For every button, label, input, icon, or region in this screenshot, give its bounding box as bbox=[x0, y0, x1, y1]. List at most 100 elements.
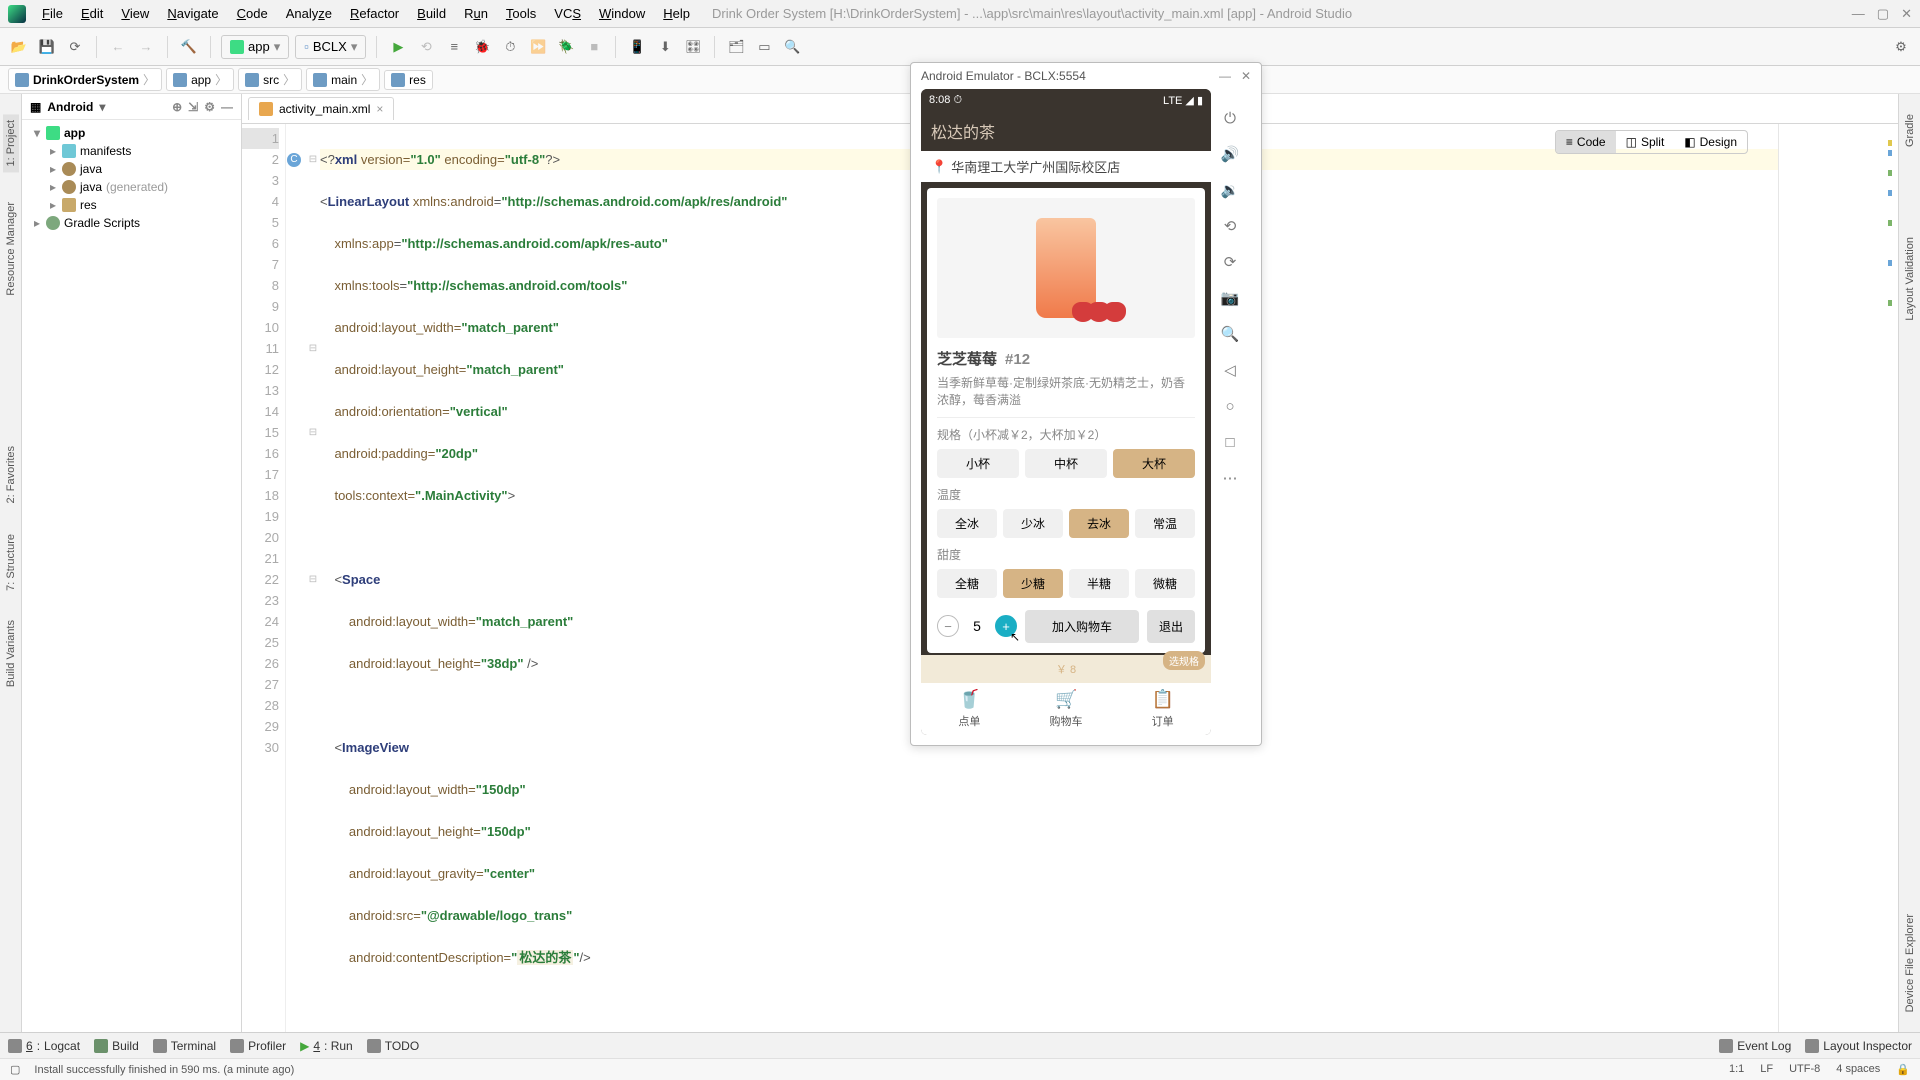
view-code[interactable]: ≡ Code bbox=[1556, 131, 1616, 153]
avd-manager-icon[interactable]: 📱 bbox=[626, 36, 648, 58]
rail-device-explorer[interactable]: Device File Explorer bbox=[1904, 914, 1916, 1012]
emu-rotate-right-icon[interactable]: ⟳ bbox=[1219, 251, 1241, 273]
menu-code[interactable]: Code bbox=[229, 4, 276, 23]
emu-screenshot-icon[interactable]: 📷 bbox=[1219, 287, 1241, 309]
run-icon[interactable]: ▶ bbox=[387, 36, 409, 58]
menu-view[interactable]: View bbox=[113, 4, 157, 23]
rail-structure[interactable]: 7: Structure bbox=[5, 534, 17, 591]
emu-home-icon[interactable]: ○ bbox=[1219, 395, 1241, 417]
window-maximize-icon[interactable]: ▢ bbox=[1877, 6, 1889, 22]
nav-order[interactable]: 🥤点单 bbox=[921, 683, 1018, 735]
menu-refactor[interactable]: Refactor bbox=[342, 4, 407, 23]
sdk-manager-icon[interactable]: ⬇ bbox=[654, 36, 676, 58]
tree-res[interactable]: ▸res bbox=[22, 196, 241, 214]
rail-project[interactable]: 1: Project bbox=[3, 114, 19, 172]
project-settings-icon[interactable]: ⚙ bbox=[204, 100, 215, 114]
project-collapse-icon[interactable]: — bbox=[221, 100, 233, 114]
tool-profiler[interactable]: Profiler bbox=[230, 1039, 286, 1053]
crumb-res[interactable]: res bbox=[384, 70, 433, 90]
tree-manifests[interactable]: ▸manifests bbox=[22, 142, 241, 160]
temp-full-ice[interactable]: 全冰 bbox=[937, 509, 997, 538]
emu-close-icon[interactable]: ✕ bbox=[1241, 69, 1251, 83]
back-icon[interactable]: ← bbox=[107, 36, 129, 58]
tool-run[interactable]: ▶ 4: Run bbox=[300, 1039, 353, 1053]
run-anything-icon[interactable]: ▭ bbox=[753, 36, 775, 58]
close-tab-icon[interactable]: × bbox=[376, 102, 383, 116]
window-minimize-icon[interactable]: — bbox=[1852, 6, 1865, 22]
open-icon[interactable]: 📂 bbox=[8, 36, 30, 58]
sweet-full[interactable]: 全糖 bbox=[937, 569, 997, 598]
tool-layout-inspector[interactable]: Layout Inspector bbox=[1805, 1039, 1912, 1053]
indent-setting[interactable]: 4 spaces bbox=[1836, 1063, 1880, 1076]
size-small[interactable]: 小杯 bbox=[937, 449, 1019, 478]
exit-button[interactable]: 退出 bbox=[1147, 610, 1195, 643]
readonly-lock-icon[interactable]: 🔒 bbox=[1896, 1063, 1910, 1076]
line-ending[interactable]: LF bbox=[1760, 1063, 1773, 1076]
emu-volume-up-icon[interactable]: 🔊 bbox=[1219, 143, 1241, 165]
menu-file[interactable]: File bbox=[34, 4, 71, 23]
project-filter-icon[interactable]: ⇲ bbox=[188, 100, 198, 114]
menu-tools[interactable]: Tools bbox=[498, 4, 544, 23]
menu-vcs[interactable]: VCS bbox=[546, 4, 589, 23]
sync-icon[interactable]: ⟳ bbox=[64, 36, 86, 58]
emu-more-icon[interactable]: ⋯ bbox=[1219, 467, 1241, 489]
debug-icon[interactable]: 🐞 bbox=[471, 36, 493, 58]
coverage-icon[interactable]: ≡ bbox=[443, 36, 465, 58]
status-box-icon[interactable]: ▢ bbox=[10, 1063, 20, 1076]
sweet-micro[interactable]: 微糖 bbox=[1135, 569, 1195, 598]
attach-debugger-icon[interactable]: 🪲 bbox=[555, 36, 577, 58]
menu-run[interactable]: Run bbox=[456, 4, 496, 23]
minimap[interactable] bbox=[1778, 124, 1898, 1032]
size-medium[interactable]: 中杯 bbox=[1025, 449, 1107, 478]
qty-plus-button[interactable]: +↖ bbox=[995, 615, 1017, 637]
nav-orders[interactable]: 📋订单 bbox=[1114, 683, 1211, 735]
window-close-icon[interactable]: ✕ bbox=[1901, 6, 1912, 22]
build-hammer-icon[interactable]: 🔨 bbox=[178, 36, 200, 58]
tree-gradle-scripts[interactable]: ▸Gradle Scripts bbox=[22, 214, 241, 232]
crumb-root[interactable]: DrinkOrderSystem〉 bbox=[8, 68, 162, 91]
project-target-icon[interactable]: ⊕ bbox=[172, 100, 182, 114]
forward-icon[interactable]: → bbox=[135, 36, 157, 58]
rail-layout-validation[interactable]: Layout Validation bbox=[1904, 237, 1916, 321]
tree-java[interactable]: ▸java bbox=[22, 160, 241, 178]
ide-settings-icon[interactable]: ⚙ bbox=[1890, 36, 1912, 58]
tool-logcat[interactable]: 6: Logcat bbox=[8, 1039, 80, 1053]
add-to-cart-button[interactable]: 加入购物车 bbox=[1025, 610, 1139, 643]
tool-todo[interactable]: TODO bbox=[367, 1039, 419, 1053]
profile-icon[interactable]: ⏱ bbox=[499, 36, 521, 58]
apply-changes-icon[interactable]: ⟲ bbox=[415, 36, 437, 58]
crumb-main[interactable]: main〉 bbox=[306, 68, 380, 91]
view-split[interactable]: ◫ Split bbox=[1616, 131, 1675, 153]
emu-power-icon[interactable]: ⏻ bbox=[1219, 107, 1241, 129]
search-everywhere-icon[interactable]: 🔍 bbox=[781, 36, 803, 58]
spec-peek-badge[interactable]: 选规格 bbox=[1163, 651, 1205, 670]
view-design[interactable]: ◧ Design bbox=[1674, 131, 1747, 153]
size-large[interactable]: 大杯 bbox=[1113, 449, 1195, 478]
project-view-selector[interactable]: ▦Android▾ ⊕ ⇲ ⚙ — bbox=[22, 94, 241, 120]
menu-help[interactable]: Help bbox=[655, 4, 698, 23]
menu-navigate[interactable]: Navigate bbox=[159, 4, 226, 23]
tree-app[interactable]: ▾app bbox=[22, 124, 241, 142]
qty-minus-button[interactable]: − bbox=[937, 615, 959, 637]
emu-minimize-icon[interactable]: — bbox=[1219, 69, 1231, 83]
menu-analyze[interactable]: Analyze bbox=[278, 4, 340, 23]
menu-build[interactable]: Build bbox=[409, 4, 454, 23]
project-structure-icon[interactable]: 🗂 bbox=[725, 36, 747, 58]
tool-terminal[interactable]: Terminal bbox=[153, 1039, 216, 1053]
tree-java-gen[interactable]: ▸java (generated) bbox=[22, 178, 241, 196]
caret-position[interactable]: 1:1 bbox=[1729, 1063, 1744, 1076]
stop-icon[interactable]: ■ bbox=[583, 36, 605, 58]
sweet-less[interactable]: 少糖 bbox=[1003, 569, 1063, 598]
tool-build[interactable]: Build bbox=[94, 1039, 139, 1053]
crumb-app[interactable]: app〉 bbox=[166, 68, 234, 91]
temp-no-ice[interactable]: 去冰 bbox=[1069, 509, 1129, 538]
temp-room[interactable]: 常温 bbox=[1135, 509, 1195, 538]
rail-favorites[interactable]: 2: Favorites bbox=[5, 446, 17, 503]
menu-edit[interactable]: Edit bbox=[73, 4, 111, 23]
menu-window[interactable]: Window bbox=[591, 4, 653, 23]
rail-gradle[interactable]: Gradle bbox=[1904, 114, 1916, 147]
crumb-src[interactable]: src〉 bbox=[238, 68, 302, 91]
rail-build-variants[interactable]: Build Variants bbox=[5, 620, 17, 687]
device-selector[interactable]: ▫BCLX▾ bbox=[295, 35, 366, 59]
rail-resource-manager[interactable]: Resource Manager bbox=[5, 202, 17, 296]
